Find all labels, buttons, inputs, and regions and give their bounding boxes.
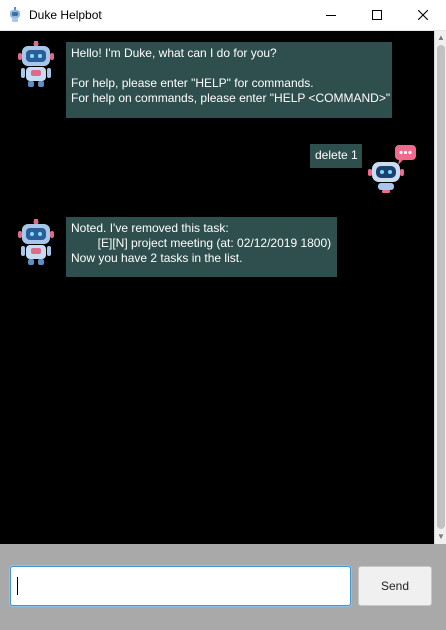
minimize-icon xyxy=(326,15,336,16)
robot-avatar-icon xyxy=(18,219,54,265)
close-icon xyxy=(418,10,428,20)
title-bar: Duke Helpbot xyxy=(0,0,446,31)
close-button[interactable] xyxy=(400,0,446,30)
chat-scrollbar[interactable]: ▲ ▼ xyxy=(434,31,446,544)
robot-chat-avatar-icon xyxy=(368,145,416,193)
window-title: Duke Helpbot xyxy=(29,8,102,22)
scroll-up-icon[interactable]: ▲ xyxy=(437,34,445,42)
robot-avatar-icon xyxy=(18,41,54,87)
robot-app-icon xyxy=(10,7,20,22)
maximize-button[interactable] xyxy=(354,0,400,30)
maximize-icon xyxy=(372,10,382,20)
scrollbar-thumb[interactable] xyxy=(437,45,445,529)
text-caret xyxy=(17,577,18,595)
user-message-bubble: delete 1 xyxy=(310,144,362,168)
send-button[interactable]: Send xyxy=(358,566,432,606)
input-area: Send xyxy=(0,544,446,630)
bot-message-bubble: Noted. I've removed this task: [E][N] pr… xyxy=(66,217,337,277)
message-input[interactable] xyxy=(10,566,351,606)
minimize-button[interactable] xyxy=(308,0,354,30)
scroll-down-icon[interactable]: ▼ xyxy=(437,533,445,541)
chat-panel[interactable]: Hello! I'm Duke, what can I do for you? … xyxy=(0,31,434,544)
bot-message-bubble: Hello! I'm Duke, what can I do for you? … xyxy=(66,42,392,118)
